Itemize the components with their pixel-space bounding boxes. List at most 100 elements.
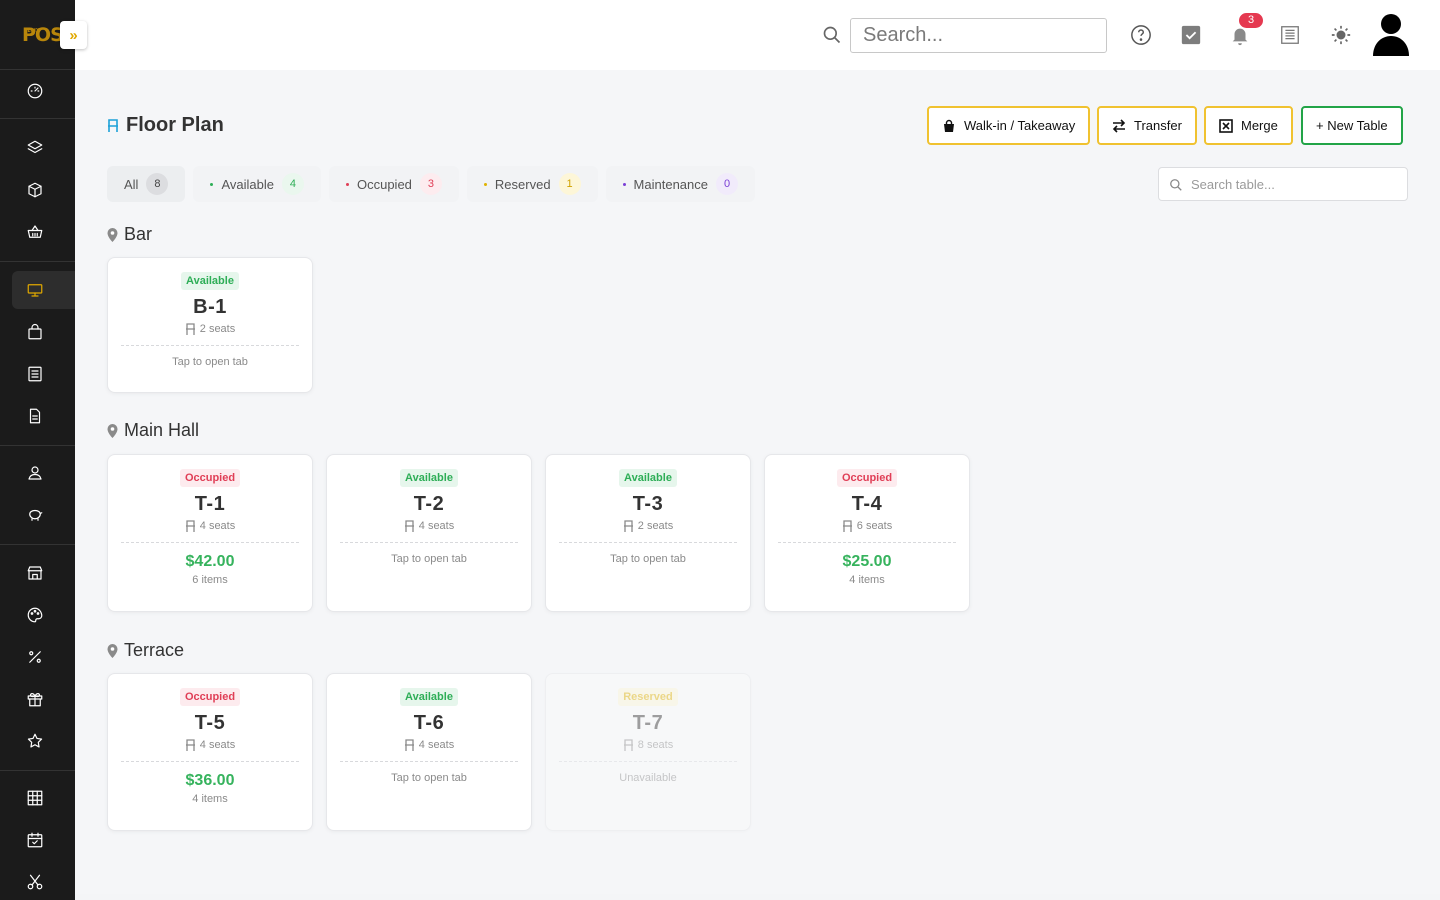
table-search [1158, 167, 1408, 201]
sidebar-item-savings[interactable] [12, 496, 75, 534]
sidebar-item-basket[interactable] [12, 213, 75, 251]
filter-tab-all[interactable]: All 8 [107, 166, 186, 202]
chair-icon [185, 520, 195, 532]
merge-button[interactable]: Merge [1204, 106, 1293, 145]
table-name: T-7 [632, 712, 664, 734]
table-card-t7: Reserved T-7 8 seats Unavailable [545, 673, 751, 831]
table-seats: 4 seats [327, 739, 531, 751]
filter-tab-occupied[interactable]: Occupied 3 [328, 166, 459, 202]
user-avatar-button[interactable] [1371, 12, 1411, 58]
sidebar-item-dashboard[interactable] [12, 72, 75, 110]
filter-label: Reserved [494, 176, 551, 192]
sidebar-item-store[interactable] [12, 554, 75, 592]
walkin-takeaway-button[interactable]: Walk-in / Takeaway [927, 106, 1091, 145]
search-icon[interactable] [822, 25, 842, 45]
calendar-check-icon [27, 832, 43, 848]
table-seats: 4 seats [108, 739, 312, 751]
status-badge: Reserved [618, 688, 678, 706]
help-button[interactable] [1129, 23, 1153, 47]
table-card-t4[interactable]: Occupied T-4 6 seats $25.00 4 items [764, 454, 970, 612]
filter-count: 1 [558, 173, 581, 195]
status-dot [345, 182, 349, 186]
new-table-button[interactable]: + New Table [1301, 106, 1403, 145]
sidebar-item-products[interactable] [12, 171, 75, 209]
star-icon [27, 733, 43, 748]
status-badge: Occupied [179, 688, 241, 706]
search-icon [1170, 179, 1182, 191]
sidebar-item-orders[interactable] [12, 313, 75, 351]
chair-icon [404, 739, 414, 751]
table-seats: 2 seats [546, 520, 750, 532]
filter-tab-maintenance[interactable]: Maintenance 0 [605, 166, 755, 202]
table-name: T-4 [851, 493, 883, 515]
piggy-bank-icon [29, 509, 43, 521]
sidebar-item-loyalty[interactable] [12, 722, 75, 760]
status-badge: Available [181, 272, 239, 290]
section-title-bar: Bar [107, 224, 152, 245]
list-document-icon [1281, 26, 1299, 44]
monitor-icon [27, 284, 43, 297]
sidebar-item-pos[interactable] [12, 271, 75, 309]
table-seats: 8 seats [546, 739, 750, 751]
table-amount: $25.00 [842, 553, 892, 570]
global-search-input[interactable] [850, 18, 1107, 53]
sidebar-item-layers[interactable] [12, 129, 75, 167]
grid-icon [27, 790, 43, 806]
location-pin-icon [107, 643, 118, 658]
main-content: Floor Plan Walk-in / Takeaway Transfer M… [75, 70, 1440, 894]
sidebar-item-calendar[interactable] [12, 821, 75, 859]
chair-icon [108, 118, 118, 132]
filter-count: 8 [146, 173, 169, 195]
sidebar-item-tools[interactable] [12, 863, 75, 900]
table-seats: 4 seats [108, 520, 312, 532]
tasks-button[interactable] [1179, 23, 1203, 47]
table-card-b1[interactable]: Available B-1 2 seats Tap to open tab [107, 257, 313, 393]
table-card-t5[interactable]: Occupied T-5 4 seats $36.00 4 items [107, 673, 313, 831]
sidebar-item-tables[interactable] [12, 779, 75, 817]
table-search-input[interactable] [1191, 168, 1401, 200]
table-items-count: 4 items [849, 574, 885, 586]
status-filter-tabs: All 8 Available 4 Occupied 3 Reserved 1 … [107, 166, 763, 202]
table-card-t6[interactable]: Available T-6 4 seats Tap to open tab [326, 673, 532, 831]
status-badge: Available [400, 469, 458, 487]
avatar-icon [1373, 14, 1409, 56]
store-icon [27, 566, 43, 580]
scissors-icon [27, 874, 43, 890]
table-items-count: 4 items [192, 793, 228, 805]
sidebar-item-appearance[interactable] [12, 596, 75, 634]
sidebar-item-receipts[interactable] [12, 355, 75, 393]
filter-tab-reserved[interactable]: Reserved 1 [466, 166, 598, 202]
table-name: T-5 [194, 712, 226, 734]
filter-label: Occupied [356, 176, 412, 192]
sidebar-item-gifts[interactable] [12, 680, 75, 718]
filter-label: Available [221, 176, 274, 192]
filter-count: 3 [419, 173, 442, 195]
reports-button[interactable] [1278, 23, 1302, 47]
sidebar-item-customers[interactable] [12, 454, 75, 492]
theme-toggle-button[interactable] [1329, 23, 1353, 47]
table-name: T-6 [413, 712, 445, 734]
expand-sidebar-button[interactable]: » [60, 21, 87, 49]
chair-icon [623, 520, 633, 532]
shopping-bag-icon [28, 323, 42, 340]
chair-icon [185, 323, 195, 335]
table-card-t2[interactable]: Available T-2 4 seats Tap to open tab [326, 454, 532, 612]
status-dot [483, 182, 487, 186]
transfer-button[interactable]: Transfer [1097, 106, 1197, 145]
percent-icon [29, 651, 41, 663]
layers-icon [27, 140, 43, 154]
table-seats: 6 seats [765, 520, 969, 532]
merge-icon [1219, 118, 1233, 133]
status-dot [210, 182, 214, 186]
filter-label: Maintenance [633, 176, 708, 192]
table-footer: Tap to open tab [391, 553, 467, 565]
table-seats: 4 seats [327, 520, 531, 532]
gift-icon [27, 693, 43, 707]
table-card-t1[interactable]: Occupied T-1 4 seats $42.00 6 items [107, 454, 313, 612]
table-card-t3[interactable]: Available T-3 2 seats Tap to open tab [545, 454, 751, 612]
sidebar-item-discounts[interactable] [12, 638, 75, 676]
section-title-main-hall: Main Hall [107, 420, 199, 441]
table-footer: Unavailable [619, 772, 677, 784]
filter-tab-available[interactable]: Available 4 [193, 166, 321, 202]
sidebar-item-documents[interactable] [12, 397, 75, 435]
